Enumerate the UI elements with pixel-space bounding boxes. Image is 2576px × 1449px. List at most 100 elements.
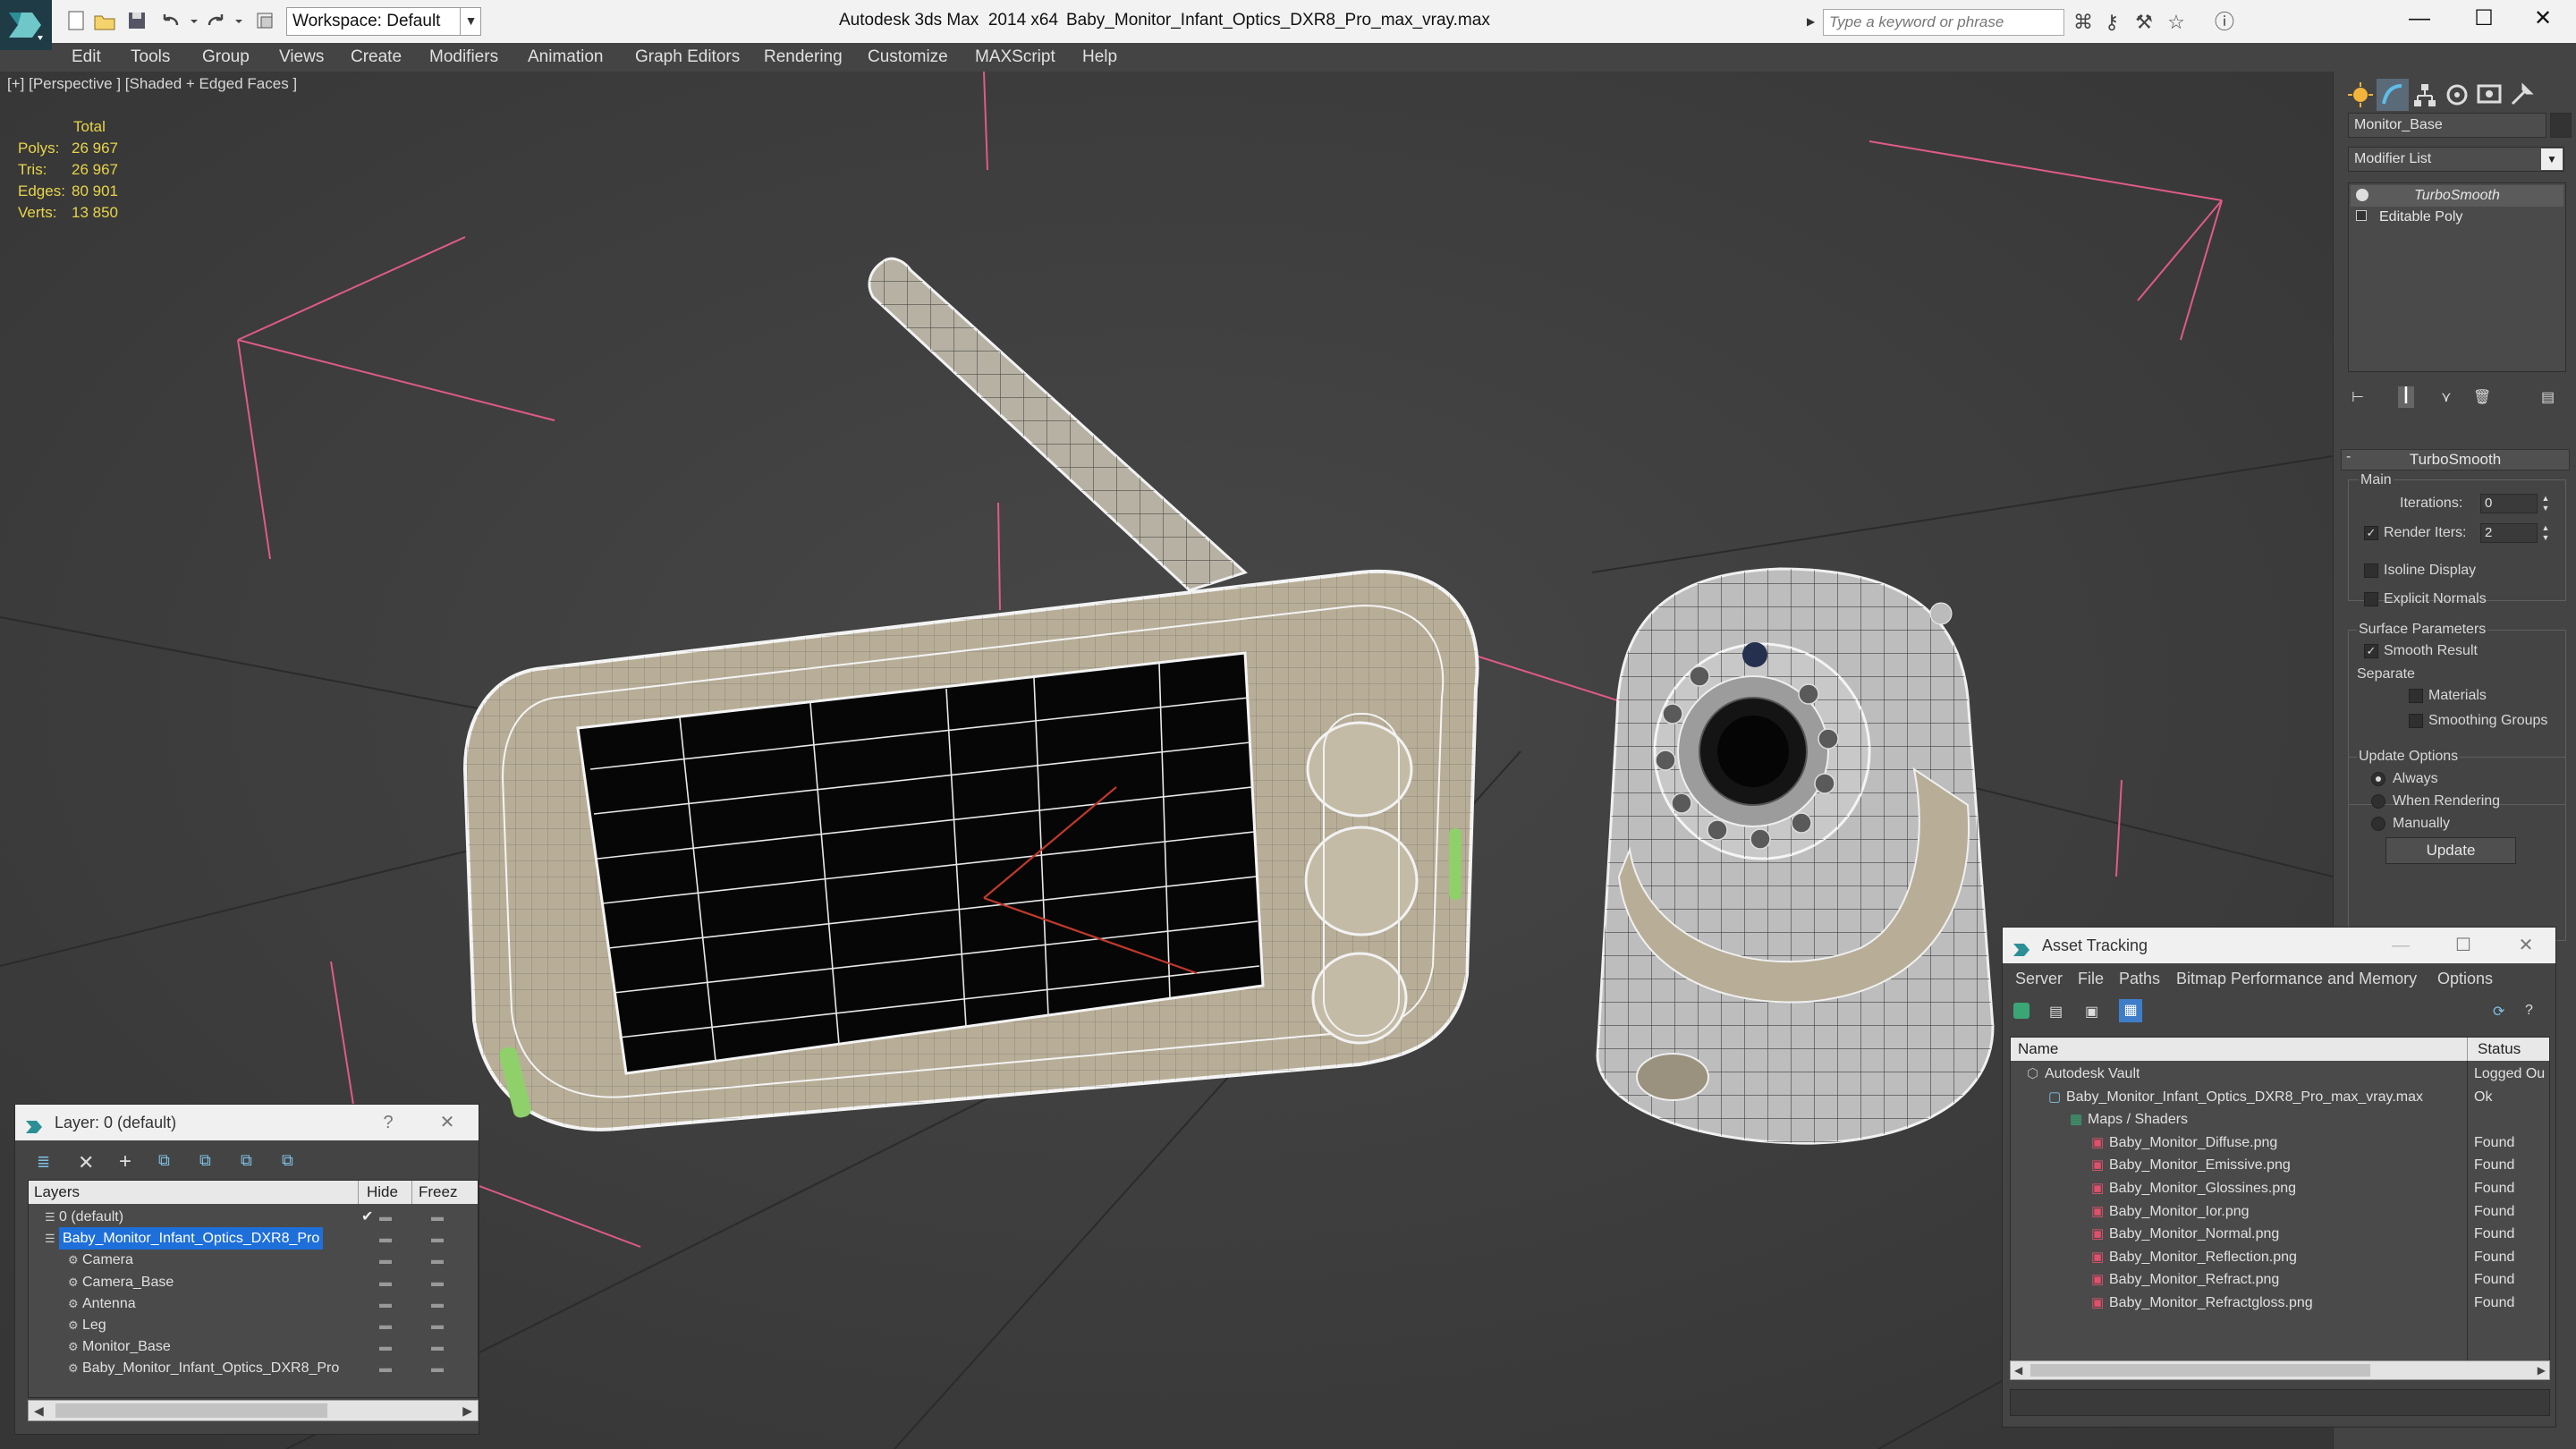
when-rendering-radio[interactable] — [2371, 794, 2385, 809]
binoculars-icon[interactable]: ⌘ — [2072, 11, 2095, 34]
vault-connect-icon[interactable]: ⟳ — [2493, 1003, 2509, 1020]
viewport-label[interactable]: [+] [Perspective ] [Shaded + Edged Faces… — [7, 75, 297, 93]
new-file-icon[interactable] — [64, 9, 88, 32]
iterations-spinner[interactable]: 0 — [2480, 494, 2538, 513]
column-layers[interactable]: Layers — [34, 1181, 80, 1204]
freeze-toggle[interactable]: ▬ — [431, 1357, 444, 1379]
layer-window-titlebar[interactable]: Layer: 0 (default) ? ✕ — [15, 1105, 479, 1140]
modify-tab-icon[interactable] — [2377, 79, 2409, 111]
explicit-normals-checkbox[interactable] — [2364, 592, 2378, 606]
menu-maxscript[interactable]: MAXScript — [975, 43, 1055, 72]
help-icon[interactable]: ⓘ — [2213, 11, 2236, 34]
smoothing-groups-checkbox[interactable] — [2409, 714, 2423, 728]
render-iters-spinner[interactable]: 2 — [2480, 523, 2538, 543]
new-layer-icon[interactable]: ≣ — [37, 1153, 53, 1171]
stack-item-editable-poly[interactable]: Editable Poly — [2351, 207, 2563, 228]
undo-dropdown-icon[interactable] — [188, 9, 200, 32]
freeze-toggle[interactable]: ▬ — [431, 1206, 444, 1228]
workspace-dropdown[interactable]: Workspace: Default — [286, 7, 481, 36]
hide-toggle[interactable]: ▬ — [379, 1292, 392, 1315]
menu-customize[interactable]: Customize — [868, 43, 948, 72]
freeze-all-icon[interactable]: ⧉ — [282, 1151, 298, 1169]
configure-sets-icon[interactable]: ▤ — [2541, 388, 2557, 405]
display-tab-icon[interactable] — [2473, 79, 2505, 111]
asset-row[interactable]: ⬡ Autodesk Vault Logged Ou — [2011, 1063, 2549, 1085]
hide-toggle[interactable]: ▬ — [379, 1357, 392, 1379]
scroll-left-icon[interactable]: ◀ — [34, 1401, 44, 1420]
chevron-down-icon[interactable]: ▼ — [460, 7, 481, 36]
menu-paths[interactable]: Paths — [2119, 969, 2160, 988]
search-input[interactable]: Type a keyword or phrase — [1823, 9, 2064, 36]
close-button[interactable]: ✕ — [434, 1105, 461, 1140]
stack-item-turbosmooth[interactable]: TurboSmooth — [2351, 185, 2563, 207]
maximize-button[interactable]: ☐ — [2454, 0, 2513, 39]
freeze-toggle[interactable]: ▬ — [431, 1249, 444, 1271]
key-icon[interactable]: ⚷ — [2100, 11, 2123, 34]
menu-file[interactable]: File — [2078, 969, 2104, 988]
menu-rendering[interactable]: Rendering — [764, 43, 843, 72]
menu-server[interactable]: Server — [2015, 969, 2063, 988]
menu-animation[interactable]: Animation — [528, 43, 604, 72]
remove-modifier-icon[interactable]: 🗑 — [2473, 388, 2491, 405]
thumbnail-view-icon[interactable]: ▣ — [2085, 1003, 2101, 1020]
redo-dropdown-icon[interactable] — [233, 9, 245, 32]
motion-tab-icon[interactable] — [2441, 79, 2473, 111]
scroll-thumb[interactable] — [2030, 1364, 2370, 1377]
freeze-toggle[interactable]: ▬ — [431, 1292, 444, 1315]
menu-modifiers[interactable]: Modifiers — [429, 43, 498, 72]
object-name-field[interactable]: Monitor_Base — [2348, 113, 2546, 138]
layer-row[interactable]: ⚙ Leg ▬ ▬ — [29, 1314, 478, 1336]
update-button[interactable]: Update — [2385, 837, 2516, 864]
close-button[interactable]: ✕ — [2512, 928, 2539, 963]
asset-row[interactable]: ▣ Baby_Monitor_Refractgloss.png Found — [2011, 1292, 2549, 1314]
asset-row[interactable]: ▣ Baby_Monitor_Ior.png Found — [2011, 1200, 2549, 1223]
maximize-button[interactable]: ☐ — [2450, 928, 2477, 963]
isoline-checkbox[interactable] — [2364, 564, 2378, 578]
asset-table[interactable]: Name Status ⬡ Autodesk Vault Logged Ou ▢ Bab… — [2010, 1037, 2550, 1368]
column-name[interactable]: Name — [2018, 1038, 2058, 1061]
freeze-toggle[interactable]: ▬ — [431, 1227, 444, 1250]
render-iters-checkbox[interactable]: ✓ — [2364, 526, 2378, 540]
materials-checkbox[interactable] — [2409, 689, 2423, 703]
hide-toggle[interactable]: ▬ — [379, 1227, 392, 1250]
undo-icon[interactable] — [159, 9, 182, 32]
make-unique-icon[interactable]: ⋎ — [2441, 388, 2457, 405]
asset-row[interactable]: ▣ Baby_Monitor_Emissive.png Found — [2011, 1154, 2549, 1176]
menu-create[interactable]: Create — [351, 43, 402, 72]
add-to-layer-icon[interactable]: + — [119, 1149, 135, 1174]
open-file-icon[interactable] — [93, 9, 116, 32]
menu-views[interactable]: Views — [279, 43, 324, 72]
freeze-toggle[interactable]: ▬ — [431, 1335, 444, 1358]
expand-icon[interactable] — [2356, 210, 2367, 221]
layer-row[interactable]: ⚙ Antenna ▬ ▬ — [29, 1292, 478, 1315]
layer-row[interactable]: ⚙ Camera ▬ ▬ — [29, 1249, 478, 1271]
lightbulb-icon[interactable] — [2356, 189, 2368, 201]
asset-row[interactable]: ▢ Baby_Monitor_Infant_Optics_DXR8_Pro_max… — [2011, 1086, 2549, 1108]
menu-edit[interactable]: Edit — [72, 43, 101, 72]
pin-stack-icon[interactable]: ⊢ — [2351, 388, 2368, 405]
hide-toggle[interactable]: ▬ — [379, 1271, 392, 1293]
scroll-right-icon[interactable]: ▶ — [2538, 1361, 2546, 1379]
table-view-icon[interactable]: ▦ — [2119, 999, 2142, 1022]
menu-help[interactable]: Help — [1082, 43, 1117, 72]
scroll-thumb[interactable] — [55, 1403, 327, 1418]
hide-toggle[interactable]: ▬ — [379, 1206, 392, 1228]
minimize-button[interactable]: — — [2387, 928, 2414, 963]
scroll-left-icon[interactable]: ◀ — [2014, 1361, 2022, 1379]
menu-bitmap-performance[interactable]: Bitmap Performance and Memory — [2176, 969, 2417, 988]
object-color-swatch[interactable] — [2550, 113, 2572, 138]
layer-row[interactable]: ⚙ Monitor_Base ▬ ▬ — [29, 1335, 478, 1358]
delete-layer-icon[interactable]: ✕ — [78, 1151, 94, 1174]
manually-radio[interactable] — [2371, 817, 2385, 831]
menu-graph-editors[interactable]: Graph Editors — [635, 43, 740, 72]
redo-icon[interactable] — [204, 9, 227, 32]
menu-options[interactable]: Options — [2437, 969, 2493, 988]
modifier-list-dropdown[interactable]: Modifier List — [2348, 147, 2564, 172]
asset-row[interactable]: ▣ Baby_Monitor_Normal.png Found — [2011, 1223, 2549, 1245]
hierarchy-tab-icon[interactable] — [2409, 79, 2441, 111]
menu-tools[interactable]: Tools — [131, 43, 170, 72]
highlight-layer-icon[interactable]: ⧉ — [199, 1151, 216, 1169]
asset-row[interactable]: ▣ Baby_Monitor_Refract.png Found — [2011, 1268, 2549, 1291]
minimize-button[interactable]: — — [2390, 0, 2449, 39]
smooth-result-checkbox[interactable]: ✓ — [2364, 644, 2378, 658]
